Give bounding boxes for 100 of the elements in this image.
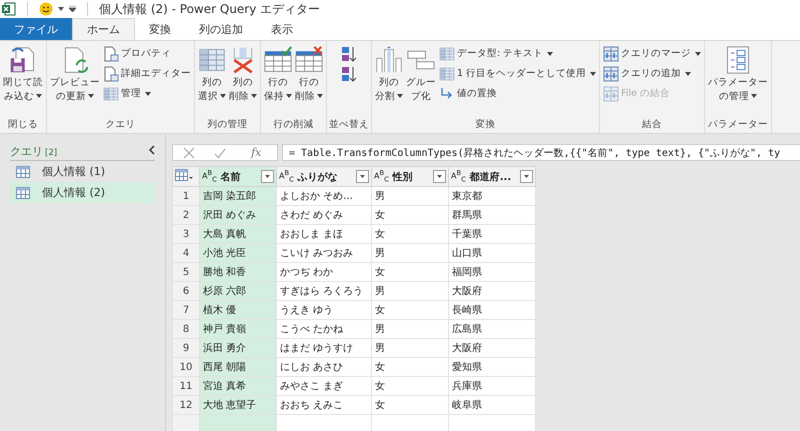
grid-icon [439, 66, 455, 82]
ribbon-tab[interactable]: ホーム [72, 18, 135, 40]
ribbon-button[interactable]: 1 行目をヘッダーとして使用 [438, 64, 598, 83]
table-cell: 男 [372, 244, 448, 262]
group-label: クエリ [104, 118, 136, 131]
group-label: 変換 [474, 118, 497, 131]
dropdown-icon [145, 92, 151, 96]
sort-descending-icon [341, 66, 357, 82]
ribbon-tab[interactable]: ファイル [0, 18, 72, 40]
ribbon-button[interactable]: 閉じて読 み込む [2, 44, 44, 118]
ribbon-button[interactable]: プロパティ [102, 44, 192, 63]
group-label: 並べ替え [329, 118, 369, 131]
table-cell: 愛知県 [448, 358, 536, 376]
table-cell: すぎはら ろくろう [276, 282, 372, 300]
column-name: 名前 [220, 170, 242, 184]
table-cell: 植木 優 [200, 300, 276, 320]
row-number: 6 [172, 282, 200, 300]
ribbon-button[interactable]: 行の 保持 [263, 44, 293, 118]
document-icon [103, 66, 119, 82]
dropdown-icon [286, 94, 292, 98]
caret-icon[interactable] [58, 7, 64, 11]
sort-button[interactable] [340, 44, 358, 63]
fx-button[interactable]: fx [245, 145, 268, 160]
row-number: 2 [172, 206, 200, 224]
properties-icon [103, 46, 119, 62]
table-cell: 群馬県 [448, 206, 536, 224]
query-item[interactable]: 個人情報 (1) [10, 161, 155, 182]
group-label: 行の削減 [272, 118, 314, 131]
dropdown-icon [685, 72, 692, 76]
collapse-icon[interactable] [149, 145, 155, 155]
sort-button[interactable] [340, 64, 358, 83]
ribbon-button[interactable]: グルー プ化 [405, 44, 437, 118]
ribbon-button[interactable]: 管理 [102, 84, 192, 103]
ribbon-button[interactable]: パラメーター の管理 [707, 44, 770, 118]
sort-ascending-icon [341, 46, 357, 62]
column-header[interactable]: A$^{B}$$_{C}$ ふりがな [276, 166, 372, 186]
row-number: 11 [172, 376, 200, 396]
group-label: パラメーター [707, 118, 770, 131]
customize-icon[interactable] [69, 6, 76, 12]
table-cell: うえき ゆう [276, 300, 372, 320]
table-menu-icon[interactable] [175, 169, 193, 181]
table-cell: 長崎県 [448, 300, 536, 320]
filter-dropdown-icon[interactable] [356, 170, 369, 183]
table-cell: こうべ たかね [276, 320, 372, 338]
ribbon-button[interactable]: 列の 選択 [197, 44, 227, 118]
table-cell: 女 [372, 262, 448, 282]
row-number: 9 [172, 338, 200, 358]
table-cell: 女 [372, 358, 448, 376]
table-cell: 女 [372, 396, 448, 414]
filter-dropdown-icon[interactable] [433, 170, 446, 183]
query-item[interactable]: 個人情報 (2) [10, 182, 155, 203]
table-cell: 兵庫県 [448, 376, 536, 396]
filter-dropdown-icon[interactable] [261, 170, 274, 183]
ribbon-button[interactable]: クエリのマージ [602, 44, 702, 63]
check-icon[interactable] [214, 146, 226, 158]
dropdown-icon [36, 94, 42, 98]
column-header[interactable]: A$^{B}$$_{C}$ 性別 [372, 166, 448, 186]
table-cell: 女 [372, 206, 448, 224]
grid-icon [103, 86, 119, 102]
column-header[interactable]: A$^{B}$$_{C}$ 名前 [200, 166, 276, 186]
filter-dropdown-icon[interactable] [520, 170, 533, 183]
grid-icon [198, 46, 226, 74]
row-keep-icon [264, 46, 292, 74]
table-cell: にしお あさひ [276, 358, 372, 376]
ribbon-button[interactable]: 列の 削除 [228, 44, 258, 118]
row-number: 12 [172, 396, 200, 414]
window-title: 個人情報 (2) - Power Query エディター [99, 0, 320, 18]
table-cell: 吉岡 染五郎 [200, 186, 276, 206]
ribbon-button[interactable]: 詳細エディター [102, 64, 192, 83]
smiley-icon[interactable] [39, 2, 53, 16]
table-cell: 福岡県 [448, 262, 536, 282]
ribbon-button[interactable]: 列の 分割 [374, 44, 404, 118]
column-header[interactable]: A$^{B}$$_{C}$ 都道府... [448, 166, 536, 186]
ribbon-button[interactable]: プレビュー の更新 [49, 44, 101, 118]
column-name: 都道府... [470, 170, 512, 184]
table-cell: 男 [372, 338, 448, 358]
table-cell: 東京都 [448, 186, 536, 206]
dropdown-icon [88, 94, 94, 98]
table-cell: おおち えみこ [276, 396, 372, 414]
table-cell: 沢田 めぐみ [200, 206, 276, 224]
formula-field[interactable]: = Table.TransformColumnTypes(昇格されたヘッダー数,{{"名前", type text}, {"ふりがな", ty [282, 144, 800, 161]
row-number: 10 [172, 358, 200, 376]
dropdown-icon [590, 72, 596, 76]
table-cell: 男 [372, 320, 448, 338]
ribbon-button[interactable]: データ型: テキスト [438, 44, 598, 63]
table-cell: よしおか そめ... [276, 186, 372, 206]
row-number: 1 [172, 186, 200, 206]
ribbon-button[interactable]: 行の 削除 [294, 44, 324, 118]
table-cell: さわだ めぐみ [276, 206, 372, 224]
ribbon-button[interactable]: 値の置換 [438, 84, 598, 103]
table-cell: 大島 真帆 [200, 224, 276, 244]
table-cell: 千葉県 [448, 224, 536, 244]
table-cell: 宮迫 真希 [200, 376, 276, 396]
dropdown-icon [397, 94, 403, 98]
dropdown-icon [547, 52, 554, 56]
dropdown-icon [220, 94, 226, 98]
queries-title: クエリ [10, 144, 43, 159]
table-cell: 大阪府 [448, 338, 536, 358]
table-cell: 浜田 勇介 [200, 338, 276, 358]
ribbon-button[interactable]: クエリの追加 [602, 64, 702, 83]
